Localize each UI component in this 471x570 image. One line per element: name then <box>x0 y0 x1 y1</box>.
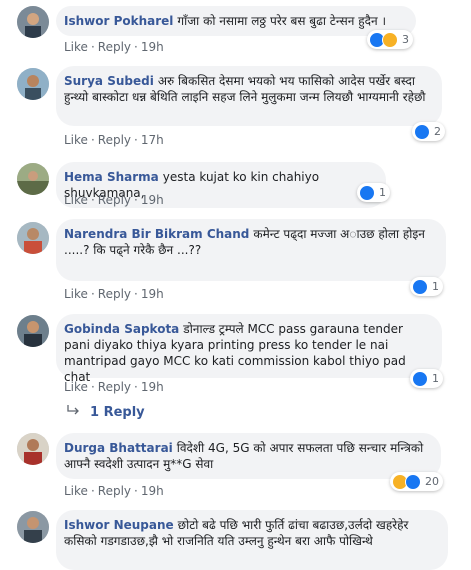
reply-arrow-icon <box>66 404 80 420</box>
like-icon <box>412 278 428 295</box>
avatar[interactable] <box>17 511 49 543</box>
avatar[interactable] <box>17 433 49 465</box>
reaction-count: 1 <box>379 186 386 199</box>
comment-actions: Like · Reply · 17h <box>64 133 164 147</box>
reaction-count: 2 <box>434 125 441 138</box>
avatar[interactable] <box>17 68 49 100</box>
reply-button[interactable]: Reply <box>98 40 131 54</box>
reaction-count: 1 <box>432 280 439 293</box>
timestamp[interactable]: 19h <box>141 484 164 498</box>
comment-bubble: Ishwor Pokharel गाँजा को नसामा लठ्ठ परेर … <box>56 6 416 36</box>
like-button[interactable]: Like <box>64 193 88 207</box>
timestamp[interactable]: 19h <box>141 380 164 394</box>
timestamp[interactable]: 19h <box>141 193 164 207</box>
comment-author[interactable]: Ishwor Pokharel <box>64 14 173 28</box>
reaction-summary[interactable]: 2 <box>412 122 445 141</box>
like-button[interactable]: Like <box>64 287 88 301</box>
reaction-summary[interactable]: 1 <box>410 369 443 388</box>
like-icon <box>412 370 428 387</box>
reply-button[interactable]: Reply <box>98 133 131 147</box>
like-button[interactable]: Like <box>64 133 88 147</box>
reaction-count: 3 <box>402 33 409 46</box>
avatar[interactable] <box>17 163 49 195</box>
comment-actions: Like · Reply · 19h <box>64 287 164 301</box>
comment-text: गाँजा को नसामा लठ्ठ परेर बस बुढा टेन्सन … <box>177 14 387 28</box>
timestamp[interactable]: 19h <box>141 287 164 301</box>
comment-actions: Like · Reply · 19h <box>64 40 164 54</box>
like-button[interactable]: Like <box>64 40 88 54</box>
like-icon <box>405 473 421 490</box>
comment-actions: Like · Reply · 19h <box>64 193 164 207</box>
reply-button[interactable]: Reply <box>98 193 131 207</box>
comment-bubble: Ishwor Neupane छोटो बढे पछि भारी फुर्ति ढ… <box>56 510 448 570</box>
like-icon <box>359 184 375 201</box>
reaction-summary[interactable]: 1 <box>357 183 390 202</box>
comment-actions: Like · Reply · 19h <box>64 380 164 394</box>
like-button[interactable]: Like <box>64 380 88 394</box>
comment-bubble: Narendra Bir Bikram Chand कमेन्ट पढ्दा मज… <box>56 219 446 281</box>
comment-author[interactable]: Gobinda Sapkota <box>64 322 179 336</box>
like-button[interactable]: Like <box>64 484 88 498</box>
comment-author[interactable]: Narendra Bir Bikram Chand <box>64 227 249 241</box>
comment-author[interactable]: Hema Sharma <box>64 170 159 184</box>
comment-bubble: Gobinda Sapkota डोनाल्ड ट्रम्पले MCC pass… <box>56 314 442 384</box>
reply-button[interactable]: Reply <box>98 380 131 394</box>
like-icon <box>414 123 430 140</box>
timestamp[interactable]: 19h <box>141 40 164 54</box>
comment-author[interactable]: Durga Bhattarai <box>64 441 173 455</box>
reaction-summary[interactable]: 1 <box>410 277 443 296</box>
reaction-summary[interactable]: 3 <box>367 30 413 49</box>
comment-bubble: Surya Subedi अरु बिकसित देसमा भयको भय फास… <box>56 66 442 126</box>
timestamp[interactable]: 17h <box>141 133 164 147</box>
comment-actions: Like · Reply · 19h <box>64 484 164 498</box>
avatar[interactable] <box>17 6 49 38</box>
comment-bubble: Durga Bhattarai विदेशी 4G, 5G को अपार सफल… <box>56 433 441 479</box>
replies-count-label[interactable]: 1 Reply <box>90 405 145 420</box>
comment-author[interactable]: Ishwor Neupane <box>64 518 174 532</box>
reaction-count: 20 <box>425 475 439 488</box>
reaction-summary[interactable]: 20 <box>390 472 443 491</box>
comment-author[interactable]: Surya Subedi <box>64 74 154 88</box>
avatar[interactable] <box>17 222 49 254</box>
reaction-count: 1 <box>432 372 439 385</box>
reply-button[interactable]: Reply <box>98 287 131 301</box>
avatar[interactable] <box>17 315 49 347</box>
reply-button[interactable]: Reply <box>98 484 131 498</box>
haha-icon <box>382 31 398 48</box>
view-replies-link[interactable]: 1 Reply <box>66 404 145 420</box>
